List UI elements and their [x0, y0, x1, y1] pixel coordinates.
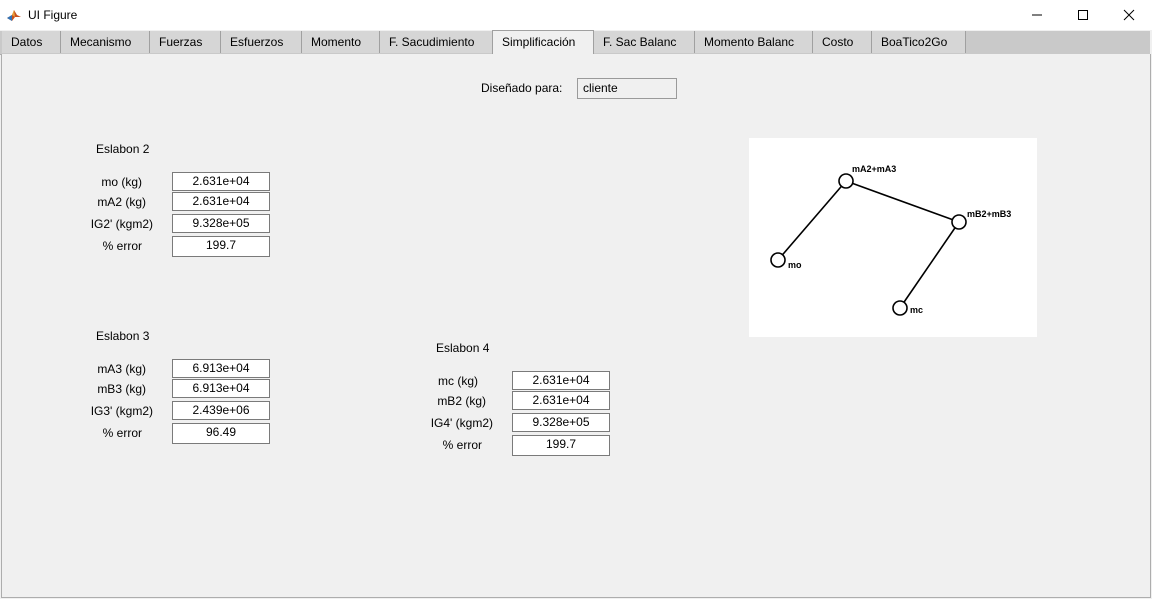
tab-fuerzas[interactable]: Fuerzas	[150, 31, 221, 53]
link2-ma2-field[interactable]: 2.631e+04	[172, 192, 270, 211]
tab-momento-balanc[interactable]: Momento Balanc	[695, 31, 813, 53]
link4-mb2-field[interactable]: 2.631e+04	[512, 391, 610, 410]
tab-bar: Datos Mecanismo Fuerzas Esfuerzos Moment…	[0, 30, 1150, 55]
link2-bar	[777, 180, 847, 261]
node-ma-label: mA2+mA3	[852, 164, 896, 174]
close-icon	[1123, 9, 1135, 21]
linkage-diagram: mA2+mA3 mB2+mB3 mo mc	[749, 138, 1037, 337]
designed-for-label: Diseñado para:	[481, 81, 563, 95]
tab-momento[interactable]: Momento	[302, 31, 380, 53]
tab-costo[interactable]: Costo	[813, 31, 872, 53]
link3-bar	[845, 180, 960, 223]
node-mb	[951, 214, 967, 230]
link3-error-field[interactable]: 96.49	[172, 423, 270, 444]
link3-ma3-field[interactable]: 6.913e+04	[172, 359, 270, 378]
title-bar: UI Figure	[0, 0, 1152, 30]
tab-datos[interactable]: Datos	[2, 31, 61, 53]
link3-mb3-label: mB3 (kg)	[97, 382, 146, 396]
link4-ig4-field[interactable]: 9.328e+05	[512, 413, 610, 432]
node-mc	[892, 300, 908, 316]
link3-mb3-field[interactable]: 6.913e+04	[172, 379, 270, 398]
tab-f-sac-balanc[interactable]: F. Sac Balanc	[594, 31, 695, 53]
link2-ma2-label: mA2 (kg)	[97, 195, 146, 209]
tab-mecanismo[interactable]: Mecanismo	[61, 31, 150, 53]
maximize-button[interactable]	[1060, 0, 1106, 30]
link4-title: Eslabon 4	[436, 341, 490, 355]
tab-f-sacudimiento[interactable]: F. Sacudimiento	[380, 31, 493, 53]
tab-simplificacion[interactable]: Simplificación	[492, 30, 594, 55]
node-mo-label: mo	[788, 260, 802, 270]
link4-error-label: % error	[442, 438, 482, 452]
link2-error-label: % error	[102, 239, 142, 253]
link3-title: Eslabon 3	[96, 329, 150, 343]
close-button[interactable]	[1106, 0, 1152, 30]
link2-ig2-field[interactable]: 9.328e+05	[172, 214, 270, 233]
node-mb-label: mB2+mB3	[967, 209, 1011, 219]
maximize-icon	[1078, 10, 1088, 20]
link3-error-label: % error	[102, 426, 142, 440]
link3-ma3-label: mA3 (kg)	[97, 362, 146, 376]
node-mc-label: mc	[910, 305, 923, 315]
tab-esfuerzos[interactable]: Esfuerzos	[221, 31, 302, 53]
link4-mc-label: mc (kg)	[438, 374, 478, 388]
link2-title: Eslabon 2	[96, 142, 150, 156]
minimize-button[interactable]	[1014, 0, 1060, 30]
link2-ig2-label: IG2' (kgm2)	[90, 217, 153, 231]
link4-error-field[interactable]: 199.7	[512, 435, 610, 456]
link4-ig4-label: IG4' (kgm2)	[430, 416, 493, 430]
link3-ig3-field[interactable]: 2.439e+06	[172, 401, 270, 420]
window-title: UI Figure	[28, 8, 78, 22]
link2-mo-field[interactable]: 2.631e+04	[172, 172, 270, 191]
minimize-icon	[1032, 14, 1042, 16]
link2-error-field[interactable]: 199.7	[172, 236, 270, 257]
tab-boatico2go[interactable]: BoaTico2Go	[872, 31, 966, 53]
node-mo	[770, 252, 786, 268]
node-ma	[838, 173, 854, 189]
link2-mo-label: mo (kg)	[101, 175, 142, 189]
link4-mc-field[interactable]: 2.631e+04	[512, 371, 610, 390]
link4-mb2-label: mB2 (kg)	[437, 394, 486, 408]
designed-for-field[interactable]: cliente	[577, 78, 677, 99]
link3-ig3-label: IG3' (kgm2)	[90, 404, 153, 418]
linkage-diagram-svg: mA2+mA3 mB2+mB3 mo mc	[770, 164, 1011, 316]
matlab-icon	[6, 7, 22, 23]
link4-bar	[899, 221, 960, 309]
